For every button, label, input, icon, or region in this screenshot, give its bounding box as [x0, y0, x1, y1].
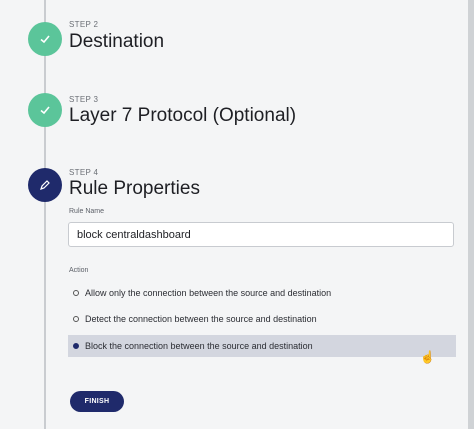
action-label: Action	[69, 267, 89, 274]
right-edge-strip	[468, 0, 474, 429]
rule-name-label: Rule Name	[69, 208, 105, 215]
action-option-allow[interactable]: Allow only the connection between the so…	[68, 282, 456, 304]
step-4-caption: STEP 4	[69, 168, 99, 177]
rule-name-input[interactable]	[68, 222, 454, 247]
step-2-title: Destination	[69, 31, 165, 52]
step-2-caption: STEP 2	[69, 20, 99, 29]
step-2-check-icon	[28, 22, 62, 56]
action-option-label: Detect the connection between the source…	[85, 314, 317, 324]
hand-cursor-icon: ☝	[420, 350, 435, 364]
radio-icon	[73, 290, 79, 296]
step-4-pencil-icon	[28, 168, 62, 202]
action-option-label: Block the connection between the source …	[85, 341, 313, 351]
radio-icon	[73, 316, 79, 322]
step-3-title: Layer 7 Protocol (Optional)	[69, 105, 297, 126]
action-option-detect[interactable]: Detect the connection between the source…	[68, 308, 456, 330]
finish-button[interactable]: FINISH	[70, 391, 124, 412]
step-3-caption: STEP 3	[69, 95, 99, 104]
radio-selected-icon	[73, 343, 79, 349]
wizard-panel: STEP 2 Destination STEP 3 Layer 7 Protoc…	[0, 0, 474, 429]
step-4-title: Rule Properties	[69, 178, 200, 199]
step-rail	[44, 0, 46, 429]
action-option-block[interactable]: Block the connection between the source …	[68, 335, 456, 357]
step-3-check-icon	[28, 93, 62, 127]
action-option-label: Allow only the connection between the so…	[85, 288, 332, 298]
